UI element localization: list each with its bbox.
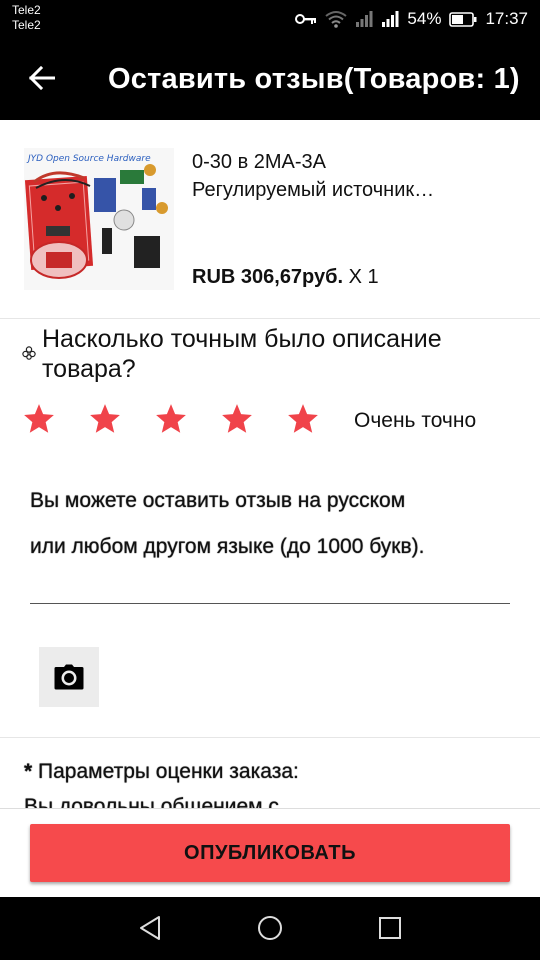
recents-square-icon[interactable]: [375, 913, 405, 943]
home-circle-icon[interactable]: [255, 913, 285, 943]
system-nav-bar: [0, 897, 540, 960]
star-icon[interactable]: [286, 402, 320, 436]
product-price: RUB 306,67руб. X 1: [192, 266, 379, 289]
app-bar: Оставить отзыв(Товаров: 1): [0, 38, 540, 120]
action-bar: ОПУБЛИКОВАТЬ: [0, 808, 540, 897]
review-input[interactable]: Вы можете оставить отзыв на русском или …: [30, 478, 520, 570]
back-arrow-icon[interactable]: [24, 60, 60, 96]
carrier-label-2: Tele2: [12, 18, 41, 32]
carrier-label-1: Tele2: [12, 3, 41, 17]
wifi-icon: [325, 10, 348, 28]
params-question: Вы довольны общением с: [24, 795, 279, 808]
params-title-text: Параметры оценки заказа:: [38, 760, 299, 783]
product-name-line-2: Регулируемый источник…: [192, 179, 435, 201]
price-value: RUB 306,67руб.: [192, 266, 344, 288]
status-bar: Tele2 Tele2 54% 17:37: [0, 0, 540, 38]
required-flower-icon: [22, 346, 36, 360]
product-name-line-1: 0-30 в 2MA-3A: [192, 151, 327, 173]
back-triangle-icon[interactable]: [135, 913, 165, 943]
product-image: JYD Open Source Hardware: [24, 148, 174, 290]
camera-icon: [54, 664, 84, 690]
signal-icon: [355, 11, 373, 27]
review-form: JYD Open Source Hardware 0-30 в 2MA-3A Р…: [0, 120, 540, 808]
star-icon[interactable]: [88, 402, 122, 436]
rating-label: Очень точно: [354, 409, 477, 432]
product-image-caption: JYD Open Source Hardware: [26, 154, 151, 164]
section-divider: [0, 737, 540, 738]
signal-icon: [381, 11, 399, 27]
battery-percent: 54%: [407, 9, 442, 28]
status-icons: 54% 17:37: [295, 8, 528, 30]
page-title: Оставить отзыв(Товаров: 1): [108, 63, 520, 95]
review-hint-line-1: Вы можете оставить отзыв на русском: [30, 489, 406, 512]
params-title: * Параметры оценки заказа:: [24, 760, 299, 784]
star-icon[interactable]: [22, 402, 56, 436]
clock: 17:37: [485, 9, 528, 28]
star-rating[interactable]: [22, 402, 320, 436]
quantity: X 1: [348, 266, 379, 288]
publish-button[interactable]: ОПУБЛИКОВАТЬ: [30, 824, 510, 882]
product-name[interactable]: 0-30 в 2MA-3A Регулируемый источник…: [192, 148, 522, 204]
star-icon[interactable]: [154, 402, 188, 436]
rating-question: Насколько точным было описание товара?: [42, 325, 442, 383]
product-card: JYD Open Source Hardware 0-30 в 2MA-3A Р…: [0, 120, 540, 319]
key-icon: [295, 13, 317, 25]
star-icon[interactable]: [220, 402, 254, 436]
battery-icon: [449, 11, 477, 27]
review-input-underline: [30, 603, 510, 604]
review-hint-line-2: или любом другом языке (до 1000 букв).: [30, 535, 425, 558]
required-mark: *: [24, 760, 33, 783]
add-photo-button[interactable]: [39, 647, 99, 707]
